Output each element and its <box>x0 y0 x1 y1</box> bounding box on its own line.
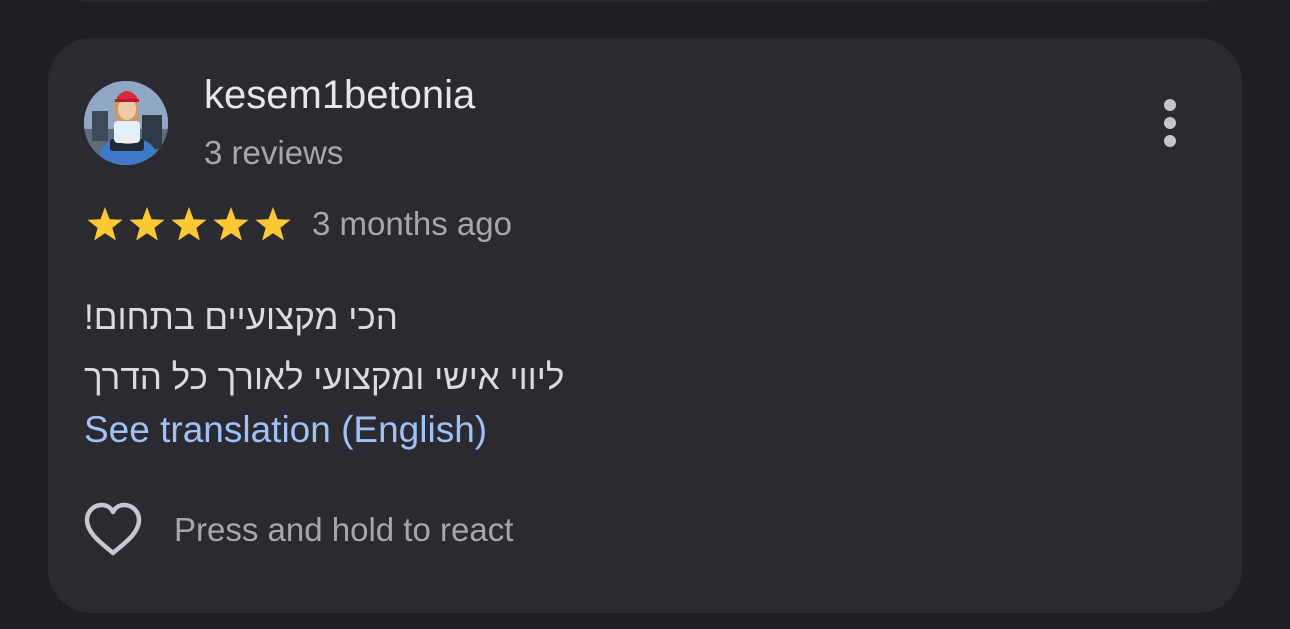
star-icon <box>171 207 207 241</box>
author-name[interactable]: kesem1betonia <box>204 71 475 119</box>
review-card: kesem1betonia 3 reviews 3 months ago הכי… <box>48 38 1242 613</box>
more-vertical-icon <box>1164 99 1176 147</box>
page: kesem1betonia 3 reviews 3 months ago הכי… <box>0 0 1290 629</box>
avatar[interactable] <box>84 81 168 165</box>
heart-outline-icon <box>84 502 142 556</box>
review-text: הכי מקצועיים בתחום! ליווי אישי ומקצועי ל… <box>84 288 644 408</box>
review-text-line: הכי מקצועיים בתחום! <box>84 298 398 337</box>
react-label: Press and hold to react <box>174 511 514 548</box>
see-translation-link[interactable]: See translation (English) <box>84 406 487 454</box>
review-time: 3 months ago <box>312 205 512 242</box>
star-rating <box>84 204 294 244</box>
star-icon <box>87 207 123 241</box>
star-icon <box>213 207 249 241</box>
react-button[interactable]: Press and hold to react <box>82 500 513 560</box>
review-text-line: ליווי אישי ומקצועי לאורך כל הדרך <box>84 358 565 397</box>
more-options-button[interactable] <box>1148 90 1192 156</box>
star-icon <box>129 207 165 241</box>
star-icon <box>255 207 291 241</box>
author-review-count: 3 reviews <box>204 134 344 171</box>
previous-review-card <box>48 0 1242 2</box>
profile-photo <box>84 81 168 165</box>
